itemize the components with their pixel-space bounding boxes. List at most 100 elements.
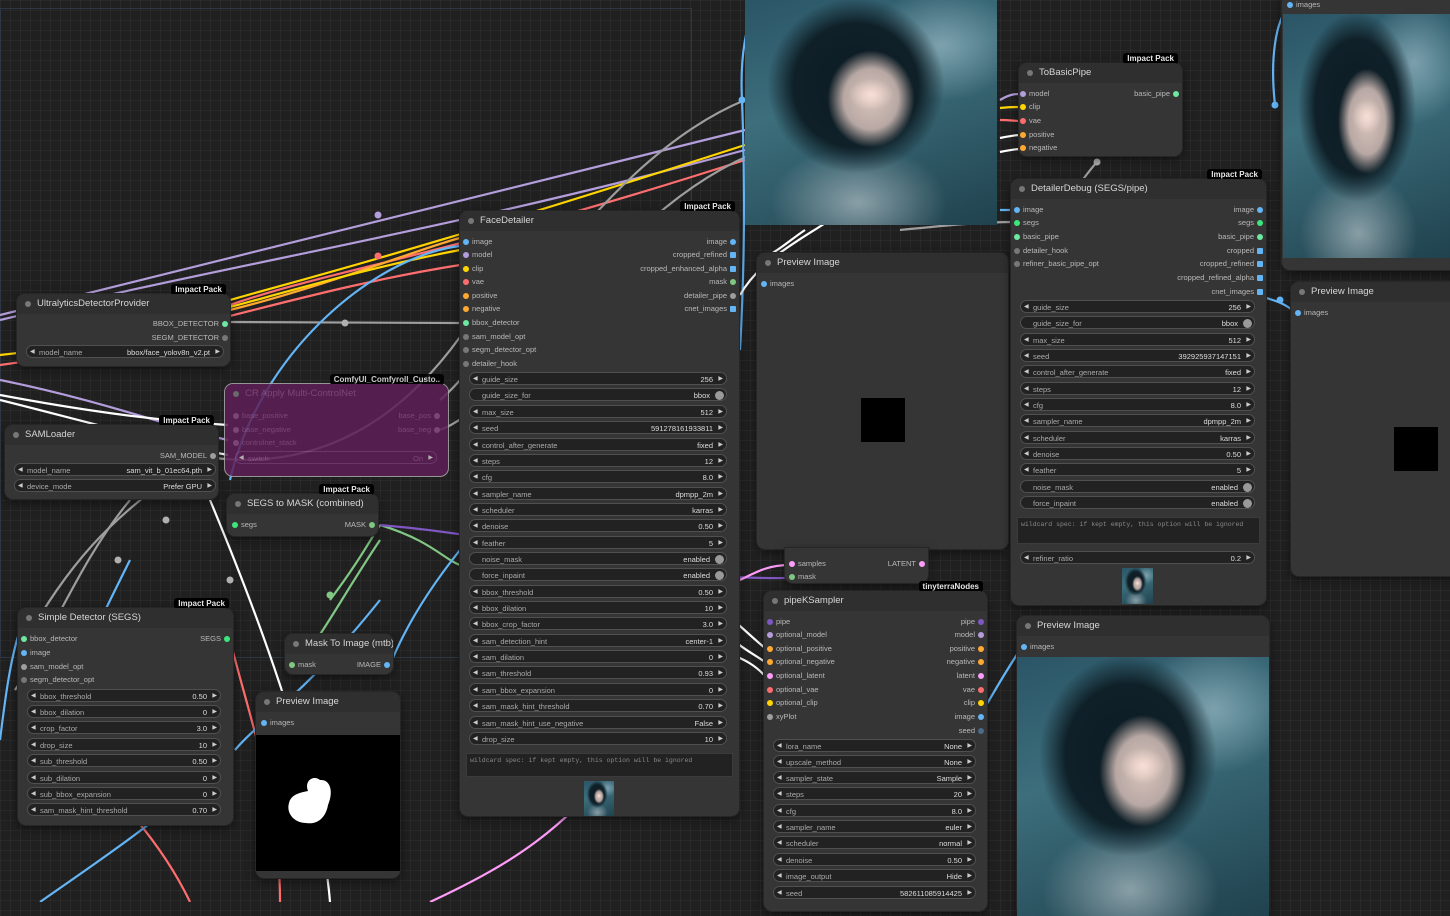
node-title[interactable]: Simple Detector (SEGS) [18, 608, 233, 628]
bbox-threshold-widget[interactable]: bbox_threshold0.50 [27, 689, 221, 703]
feather-widget[interactable]: feather5 [1020, 463, 1255, 477]
tobasicpipe-node[interactable]: Impact Pack ToBasicPipe model clip vae p… [1019, 53, 1182, 156]
output-pipe[interactable]: pipe [961, 616, 985, 628]
input-optional-clip[interactable]: optional_clip [767, 697, 818, 709]
scheduler-widget[interactable]: schedulerkarras [469, 503, 727, 517]
output-latent[interactable]: LATENT [888, 558, 926, 570]
preview-image-bottom-node[interactable]: Preview Image images [1017, 616, 1269, 916]
wildcard-textarea[interactable]: wildcard spec: if kept empty, this optio… [1017, 517, 1260, 544]
input-positive[interactable]: positive [463, 290, 497, 302]
input-image[interactable]: image [21, 647, 50, 659]
output-mask[interactable]: mask [709, 276, 736, 288]
max-size-widget[interactable]: max_size512 [469, 405, 727, 419]
output-segs[interactable]: segs [1238, 217, 1263, 229]
mask-to-image-node[interactable]: Mask To Image (mtb) mask IMAGE [285, 634, 393, 674]
output-segs[interactable]: SEGS [200, 633, 230, 645]
output-sam-model[interactable]: SAM_MODEL [160, 450, 217, 462]
input-images[interactable]: images [1021, 641, 1054, 653]
sam-mask-hint-threshold-widget[interactable]: sam_mask_hint_threshold0.70 [27, 803, 221, 817]
sam-mask-hint-threshold-widget[interactable]: sam_mask_hint_threshold0.70 [469, 699, 727, 713]
wildcard-textarea[interactable]: wildcard spec: if kept empty, this optio… [466, 753, 733, 777]
output-base-neg[interactable]: base_neg [398, 424, 440, 436]
image-output-widget[interactable]: image_outputHide [773, 869, 976, 883]
refiner-ratio-widget[interactable]: refiner_ratio0.2 [1020, 551, 1255, 565]
output-image[interactable]: image [1234, 204, 1264, 216]
input-bbox-detector[interactable]: bbox_detector [463, 317, 520, 329]
output-cnet-images[interactable]: cnet_images [1211, 286, 1263, 298]
output-image[interactable]: image [707, 236, 737, 248]
input-optional-model[interactable]: optional_model [767, 629, 827, 641]
upscale-method-widget[interactable]: upscale_methodNone [773, 755, 976, 769]
sam-bbox-expansion-widget[interactable]: sam_bbox_expansion0 [469, 683, 727, 697]
node-title[interactable]: UltralyticsDetectorProvider [17, 294, 230, 314]
sampler-name-widget[interactable]: sampler_namedpmpp_2m [1020, 414, 1255, 428]
control-after-generate-widget[interactable]: control_after_generatefixed [1020, 365, 1255, 379]
output-detailer-pipe[interactable]: detailer_pipe [684, 290, 736, 302]
drop-size-widget[interactable]: drop_size10 [27, 738, 221, 752]
input-images[interactable]: images [761, 278, 794, 290]
output-latent[interactable]: latent [957, 670, 985, 682]
node-title[interactable]: SAMLoader [5, 425, 218, 445]
output-cropped[interactable]: cropped [1227, 245, 1264, 257]
input-optional-latent[interactable]: optional_latent [767, 670, 825, 682]
sampler-state-widget[interactable]: sampler_stateSample [773, 771, 976, 785]
scheduler-widget[interactable]: schedulerkarras [1020, 431, 1255, 445]
force-inpaint-toggle[interactable]: force_inpaint enabled [469, 568, 727, 581]
simple-detector-node[interactable]: Impact Pack Simple Detector (SEGS) bbox_… [18, 598, 233, 825]
input-controlnet-stack[interactable]: controlnet_stack [233, 437, 297, 449]
output-vae[interactable]: vae [963, 684, 985, 696]
sampler-name-widget[interactable]: sampler_nameeuler [773, 820, 976, 834]
device-mode-widget[interactable]: device_mode Prefer GPU [14, 479, 216, 493]
lora-name-widget[interactable]: lora_nameNone [773, 739, 976, 753]
node-title[interactable]: ToBasicPipe [1019, 63, 1182, 83]
seed-widget[interactable]: seed392925937147151 [1020, 349, 1255, 363]
noise-mask-toggle[interactable]: noise_mask enabled [469, 552, 727, 565]
input-mask[interactable]: mask [789, 571, 816, 583]
node-title[interactable]: Preview Image [256, 692, 400, 712]
input-optional-negative[interactable]: optional_negative [767, 656, 835, 668]
node-title[interactable]: SEGS to MASK (combined) [227, 494, 378, 514]
output-image[interactable]: image [955, 711, 985, 723]
input-optional-positive[interactable]: optional_positive [767, 643, 832, 655]
input-negative[interactable]: negative [1020, 142, 1057, 154]
input-optional-vae[interactable]: optional_vae [767, 684, 819, 696]
output-seed[interactable]: seed [959, 725, 985, 737]
sam-detection-hint-widget[interactable]: sam_detection_hintcenter-1 [469, 634, 727, 648]
input-image[interactable]: image [463, 236, 492, 248]
sam-model-name-widget[interactable]: model_name sam_vit_b_01ec64.pth [14, 463, 216, 477]
seed-widget[interactable]: seed591278161933811 [469, 421, 727, 435]
output-basic-pipe[interactable]: basic_pipe [1134, 88, 1179, 100]
sub-threshold-widget[interactable]: sub_threshold0.50 [27, 754, 221, 768]
sam-dilation-widget[interactable]: sam_dilation0 [469, 650, 727, 664]
input-segs[interactable]: segs [1014, 217, 1039, 229]
feather-widget[interactable]: feather5 [469, 536, 727, 550]
preview-image-topright-node[interactable]: images [1282, 0, 1450, 270]
input-refiner-basic-pipe-opt[interactable]: refiner_basic_pipe_opt [1014, 258, 1099, 270]
node-title[interactable]: CR Apply Multi-ControlNet [225, 384, 448, 404]
denoise-widget[interactable]: denoise0.50 [773, 853, 976, 867]
output-clip[interactable]: clip [964, 697, 985, 709]
segs-to-mask-node[interactable]: Impact Pack SEGS to MASK (combined) segs… [227, 484, 378, 536]
crop-factor-widget[interactable]: crop_factor3.0 [27, 721, 221, 735]
input-detailer-hook[interactable]: detailer_hook [1014, 245, 1068, 257]
cfg-widget[interactable]: cfg8.0 [773, 804, 976, 818]
seed-widget[interactable]: seed582611085914425 [773, 886, 976, 900]
guide-size-widget[interactable]: guide_size256 [469, 372, 727, 386]
steps-widget[interactable]: steps12 [1020, 382, 1255, 396]
input-base-positive[interactable]: base_positive [233, 410, 288, 422]
input-vae[interactable]: vae [1020, 115, 1041, 127]
output-cropped-enhanced-alpha[interactable]: cropped_enhanced_alpha [640, 263, 736, 275]
input-segs[interactable]: segs [232, 519, 257, 531]
sam-mask-hint-use-negative-widget[interactable]: sam_mask_hint_use_negativeFalse [469, 716, 727, 730]
input-vae[interactable]: vae [463, 276, 484, 288]
input-sam-model-opt[interactable]: sam_model_opt [21, 661, 83, 673]
noise-mask-toggle[interactable]: noise_mask enabled [1020, 480, 1255, 493]
guide-size-widget[interactable]: guide_size256 [1020, 300, 1255, 314]
output-cropped-refined[interactable]: cropped_refined [673, 249, 737, 261]
output-positive[interactable]: positive [950, 643, 985, 655]
input-images[interactable]: images [261, 717, 294, 729]
node-title[interactable]: DetailerDebug (SEGS/pipe) [1011, 179, 1266, 199]
detailerdebug-node[interactable]: Impact Pack DetailerDebug (SEGS/pipe) im… [1011, 169, 1266, 605]
output-bbox-detector[interactable]: BBOX_DETECTOR [153, 318, 229, 330]
input-sam-model-opt[interactable]: sam_model_opt [463, 331, 525, 343]
